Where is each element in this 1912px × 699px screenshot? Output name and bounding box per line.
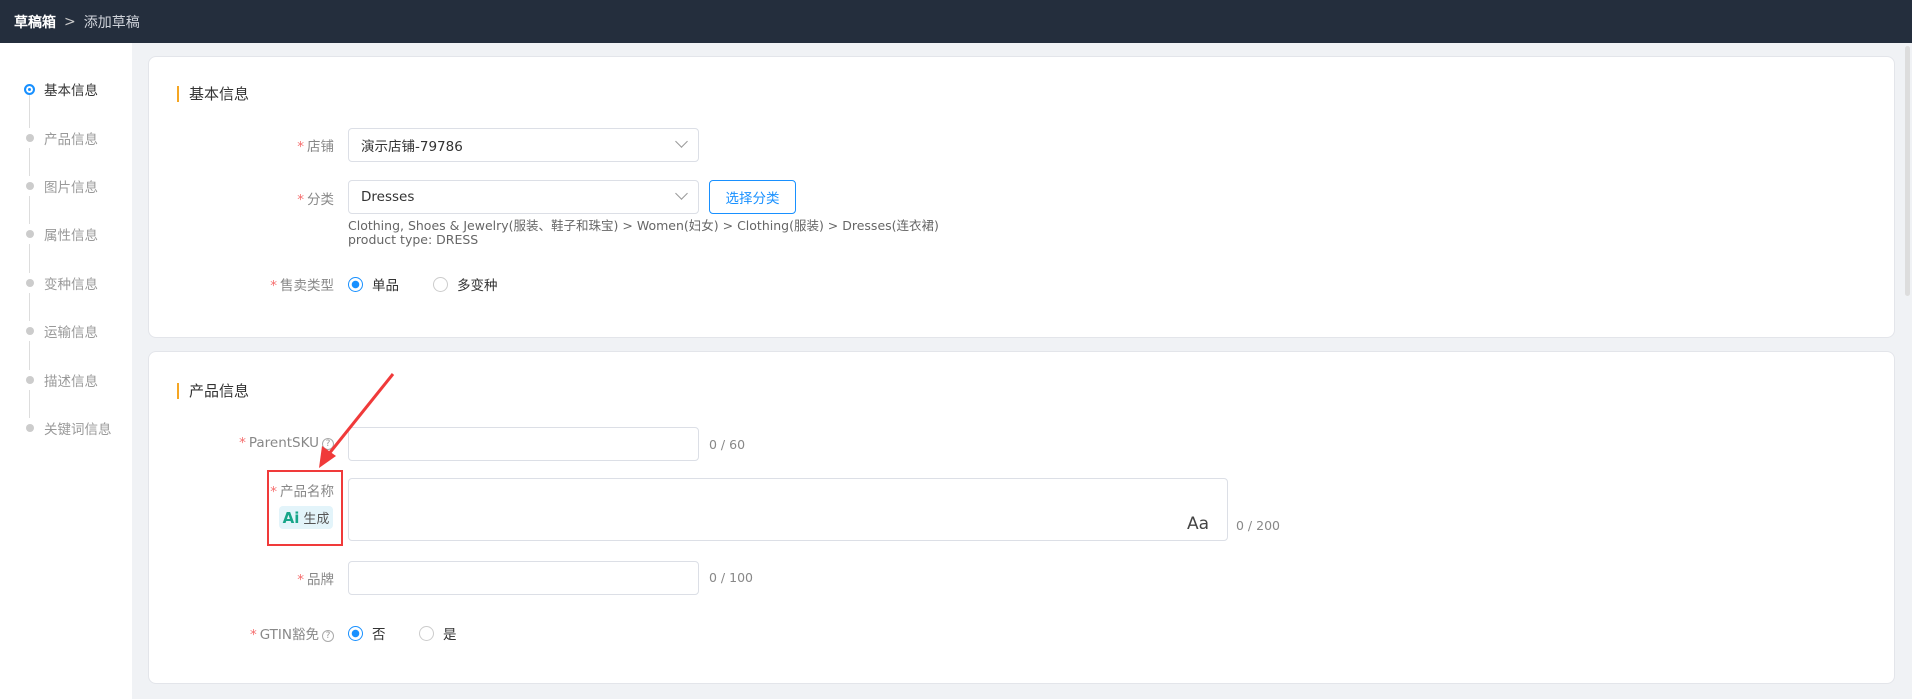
scrollbar[interactable]	[1905, 46, 1910, 296]
annotation-arrow-icon	[319, 373, 395, 468]
